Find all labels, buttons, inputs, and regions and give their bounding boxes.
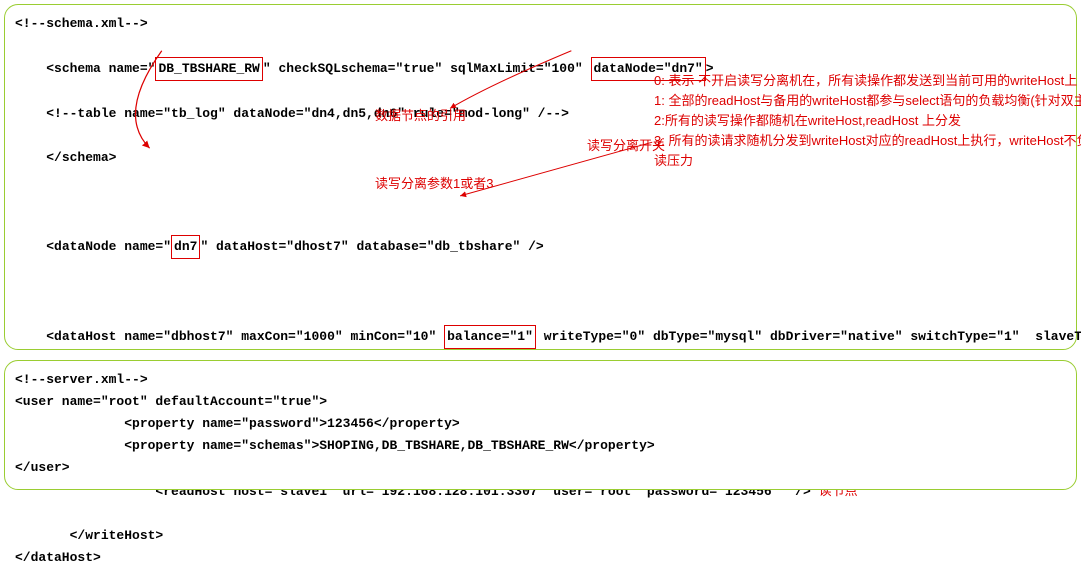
legend-3b: 读压力 [654, 151, 1066, 171]
code-line: <property name="password">123456</proper… [15, 413, 1066, 435]
txt: <schema name=" [46, 61, 155, 76]
code-line: <!--server.xml--> [15, 369, 1066, 391]
note-param: 读写分离参数1或者3 [375, 173, 493, 192]
balance-box: balance="1" [444, 325, 536, 349]
txt: <dataHost name="dbhost7" maxCon="1000" m… [46, 329, 444, 344]
code-line [15, 281, 1066, 303]
code-line [15, 191, 1066, 213]
code-line: <dataNode name="dn7" dataHost="dhost7" d… [15, 213, 1066, 281]
schema-panel: <!--schema.xml--> <schema name="DB_TBSHA… [4, 4, 1077, 350]
code-line: <!--schema.xml--> [15, 13, 1066, 35]
server-panel: <!--server.xml--> <user name="root" defa… [4, 360, 1077, 490]
balance-legend: 0: 表示 不开启读写分离机在，所有读操作都发送到当前可用的writeHost上… [654, 71, 1066, 171]
code-line: </writeHost> [15, 525, 1066, 547]
txt: </schema> [46, 150, 116, 165]
code-line: <property name="schemas">SHOPING,DB_TBSH… [15, 435, 1066, 457]
legend-3: 3: 所有的读请求随机分发到writeHost对应的readHost上执行，wr… [654, 131, 1066, 151]
code-line: <user name="root" defaultAccount="true"> [15, 391, 1066, 413]
note-citation: 数据节点的引用 [375, 105, 466, 124]
legend-1: 1: 全部的readHost与备用的writeHost都参与select语句的负… [654, 91, 1066, 111]
code-line: </user> [15, 457, 1066, 479]
legend-0: 0: 表示 不开启读写分离机在，所有读操作都发送到当前可用的writeHost上 [654, 71, 1066, 91]
legend-2: 2:所有的读写操作都随机在writeHost,readHost 上分发 [654, 111, 1066, 131]
txt: writeType="0" dbType="mysql" dbDriver="n… [536, 329, 1081, 344]
dn7-box: dn7 [171, 235, 200, 259]
txt: " dataHost="dhost7" database="db_tbshare… [200, 239, 543, 254]
txt: " checkSQLschema="true" sqlMaxLimit="100… [263, 61, 591, 76]
code-line: </dataHost> [15, 547, 1066, 569]
txt: <dataNode name=" [46, 239, 171, 254]
schema-name-box: DB_TBSHARE_RW [155, 57, 262, 81]
